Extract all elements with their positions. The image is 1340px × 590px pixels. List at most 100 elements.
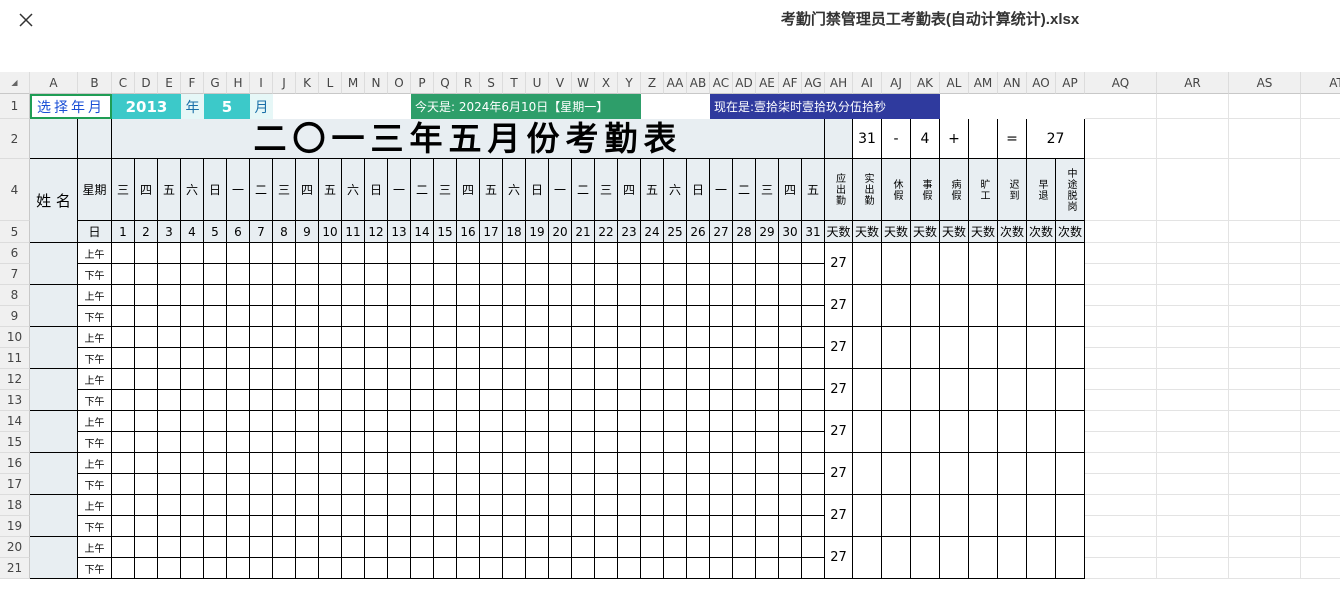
attendance-cell[interactable] bbox=[365, 558, 388, 579]
attendance-cell[interactable] bbox=[503, 327, 526, 348]
column-header[interactable]: Z bbox=[641, 72, 664, 94]
column-header[interactable]: AP bbox=[1056, 72, 1085, 94]
stat-value-cell[interactable] bbox=[853, 453, 882, 495]
attendance-cell[interactable] bbox=[411, 432, 434, 453]
attendance-cell[interactable] bbox=[135, 369, 158, 390]
attendance-cell[interactable] bbox=[457, 516, 480, 537]
attendance-cell[interactable] bbox=[181, 516, 204, 537]
attendance-cell[interactable] bbox=[342, 537, 365, 558]
attendance-cell[interactable] bbox=[779, 390, 802, 411]
empty-cell[interactable] bbox=[1301, 558, 1340, 579]
attendance-cell[interactable] bbox=[756, 264, 779, 285]
attendance-cell[interactable] bbox=[618, 516, 641, 537]
column-header[interactable]: AA bbox=[664, 72, 687, 94]
attendance-cell[interactable] bbox=[480, 537, 503, 558]
attendance-cell[interactable] bbox=[664, 495, 687, 516]
attendance-cell[interactable] bbox=[618, 537, 641, 558]
attendance-cell[interactable] bbox=[802, 285, 825, 306]
empty-cell[interactable] bbox=[1157, 221, 1229, 243]
attendance-cell[interactable] bbox=[710, 474, 733, 495]
attendance-cell[interactable] bbox=[802, 348, 825, 369]
attendance-cell[interactable] bbox=[112, 558, 135, 579]
attendance-cell[interactable] bbox=[296, 474, 319, 495]
attendance-cell[interactable] bbox=[572, 474, 595, 495]
stat-value-cell[interactable] bbox=[998, 495, 1027, 537]
select-all-corner[interactable]: ◢ bbox=[0, 72, 30, 94]
attendance-cell[interactable] bbox=[802, 537, 825, 558]
empty-cell[interactable] bbox=[1301, 285, 1340, 306]
attendance-cell[interactable] bbox=[457, 432, 480, 453]
attendance-cell[interactable] bbox=[802, 264, 825, 285]
attendance-cell[interactable] bbox=[388, 432, 411, 453]
stat-value-cell[interactable] bbox=[969, 369, 998, 411]
column-header[interactable]: T bbox=[503, 72, 526, 94]
stat-value-cell[interactable] bbox=[969, 411, 998, 453]
attendance-cell[interactable] bbox=[135, 432, 158, 453]
attendance-cell[interactable] bbox=[181, 243, 204, 264]
attendance-cell[interactable] bbox=[549, 348, 572, 369]
attendance-cell[interactable] bbox=[641, 516, 664, 537]
attendance-cell[interactable] bbox=[273, 243, 296, 264]
stat-value-cell[interactable] bbox=[882, 243, 911, 285]
column-header[interactable]: AT bbox=[1301, 72, 1340, 94]
attendance-cell[interactable] bbox=[273, 453, 296, 474]
attendance-cell[interactable] bbox=[595, 264, 618, 285]
row-header[interactable]: 21 bbox=[0, 558, 30, 579]
attendance-cell[interactable] bbox=[434, 285, 457, 306]
attendance-cell[interactable] bbox=[480, 558, 503, 579]
attendance-cell[interactable] bbox=[296, 369, 319, 390]
attendance-cell[interactable] bbox=[273, 474, 296, 495]
attendance-cell[interactable] bbox=[227, 390, 250, 411]
attendance-cell[interactable] bbox=[733, 390, 756, 411]
attendance-cell[interactable] bbox=[457, 369, 480, 390]
attendance-cell[interactable] bbox=[480, 348, 503, 369]
attendance-cell[interactable] bbox=[664, 369, 687, 390]
attendance-cell[interactable] bbox=[434, 516, 457, 537]
empty-cell[interactable] bbox=[1301, 94, 1340, 119]
attendance-cell[interactable] bbox=[526, 285, 549, 306]
attendance-cell[interactable] bbox=[779, 516, 802, 537]
attendance-cell[interactable] bbox=[411, 495, 434, 516]
attendance-cell[interactable] bbox=[641, 537, 664, 558]
attendance-cell[interactable] bbox=[434, 474, 457, 495]
attendance-cell[interactable] bbox=[572, 348, 595, 369]
attendance-cell[interactable] bbox=[342, 432, 365, 453]
attendance-cell[interactable] bbox=[227, 537, 250, 558]
attendance-cell[interactable] bbox=[756, 432, 779, 453]
attendance-cell[interactable] bbox=[595, 432, 618, 453]
attendance-cell[interactable] bbox=[273, 411, 296, 432]
attendance-cell[interactable] bbox=[181, 495, 204, 516]
attendance-cell[interactable] bbox=[480, 264, 503, 285]
column-header[interactable]: F bbox=[181, 72, 204, 94]
attendance-cell[interactable] bbox=[181, 390, 204, 411]
attendance-cell[interactable] bbox=[549, 474, 572, 495]
stat-value-cell[interactable] bbox=[853, 369, 882, 411]
attendance-cell[interactable] bbox=[273, 558, 296, 579]
row-header[interactable]: 10 bbox=[0, 327, 30, 348]
attendance-cell[interactable] bbox=[434, 243, 457, 264]
column-header[interactable]: W bbox=[572, 72, 595, 94]
empty-cell[interactable] bbox=[1229, 474, 1301, 495]
attendance-cell[interactable] bbox=[296, 495, 319, 516]
attendance-cell[interactable] bbox=[526, 411, 549, 432]
attendance-cell[interactable] bbox=[411, 411, 434, 432]
attendance-cell[interactable] bbox=[526, 474, 549, 495]
attendance-cell[interactable] bbox=[572, 369, 595, 390]
attendance-cell[interactable] bbox=[273, 495, 296, 516]
attendance-cell[interactable] bbox=[319, 285, 342, 306]
attendance-cell[interactable] bbox=[296, 285, 319, 306]
attendance-cell[interactable] bbox=[434, 390, 457, 411]
attendance-cell[interactable] bbox=[112, 453, 135, 474]
column-header[interactable]: U bbox=[526, 72, 549, 94]
empty-cell[interactable] bbox=[1301, 537, 1340, 558]
attendance-cell[interactable] bbox=[779, 369, 802, 390]
attendance-cell[interactable] bbox=[204, 516, 227, 537]
empty-cell[interactable] bbox=[1229, 243, 1301, 264]
attendance-cell[interactable] bbox=[595, 474, 618, 495]
attendance-cell[interactable] bbox=[595, 306, 618, 327]
attendance-cell[interactable] bbox=[388, 453, 411, 474]
attendance-cell[interactable] bbox=[595, 453, 618, 474]
attendance-cell[interactable] bbox=[342, 369, 365, 390]
employee-name-cell[interactable] bbox=[30, 369, 78, 411]
attendance-cell[interactable] bbox=[480, 285, 503, 306]
